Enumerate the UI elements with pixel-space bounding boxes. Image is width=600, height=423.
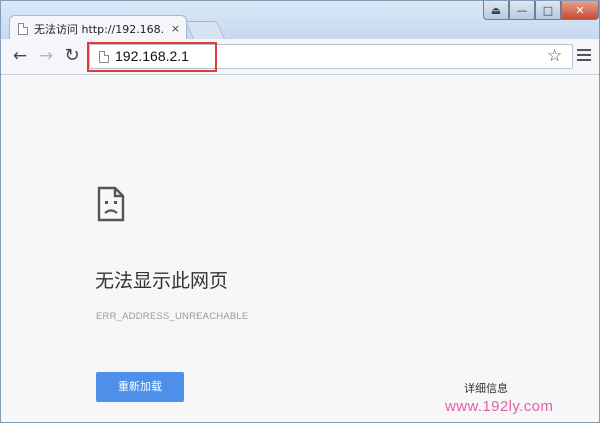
- menu-icon[interactable]: [577, 49, 591, 63]
- close-window-button[interactable]: ✕: [561, 1, 599, 20]
- sad-page-icon: [97, 186, 125, 222]
- browser-window: 无法访问 http://192.168. × ⏏ — □ ✕ ← → ↻ 192…: [0, 0, 600, 423]
- error-title: 无法显示此网页: [95, 270, 229, 292]
- tab-close-icon[interactable]: ×: [171, 22, 180, 35]
- minimize-button[interactable]: —: [509, 1, 535, 20]
- toolbar: ← → ↻ 192.168.2.1 ☆: [1, 39, 599, 75]
- maximize-button[interactable]: □: [535, 1, 561, 20]
- browser-tab[interactable]: 无法访问 http://192.168. ×: [9, 15, 187, 41]
- reload-icon[interactable]: ↻: [61, 45, 83, 67]
- tab-title: 无法访问 http://192.168.: [34, 22, 165, 36]
- new-tab-button[interactable]: [184, 21, 226, 39]
- back-arrow-icon[interactable]: ←: [9, 45, 31, 67]
- page-icon: [99, 51, 109, 63]
- error-page: 无法显示此网页 ERR_ADDRESS_UNREACHABLE 重新加载 详细信…: [1, 76, 599, 422]
- reload-button[interactable]: 重新加载: [96, 372, 184, 402]
- forward-arrow-icon[interactable]: →: [35, 45, 57, 67]
- user-icon[interactable]: ⏏: [483, 1, 509, 20]
- details-link[interactable]: 详细信息: [464, 380, 508, 396]
- page-icon: [18, 22, 28, 35]
- title-bar: 无法访问 http://192.168. × ⏏ — □ ✕: [1, 1, 599, 41]
- error-code: ERR_ADDRESS_UNREACHABLE: [96, 311, 249, 322]
- bookmark-star-icon[interactable]: ☆: [547, 46, 562, 66]
- address-text[interactable]: 192.168.2.1: [115, 48, 189, 64]
- watermark: www.192ly.com: [445, 398, 554, 415]
